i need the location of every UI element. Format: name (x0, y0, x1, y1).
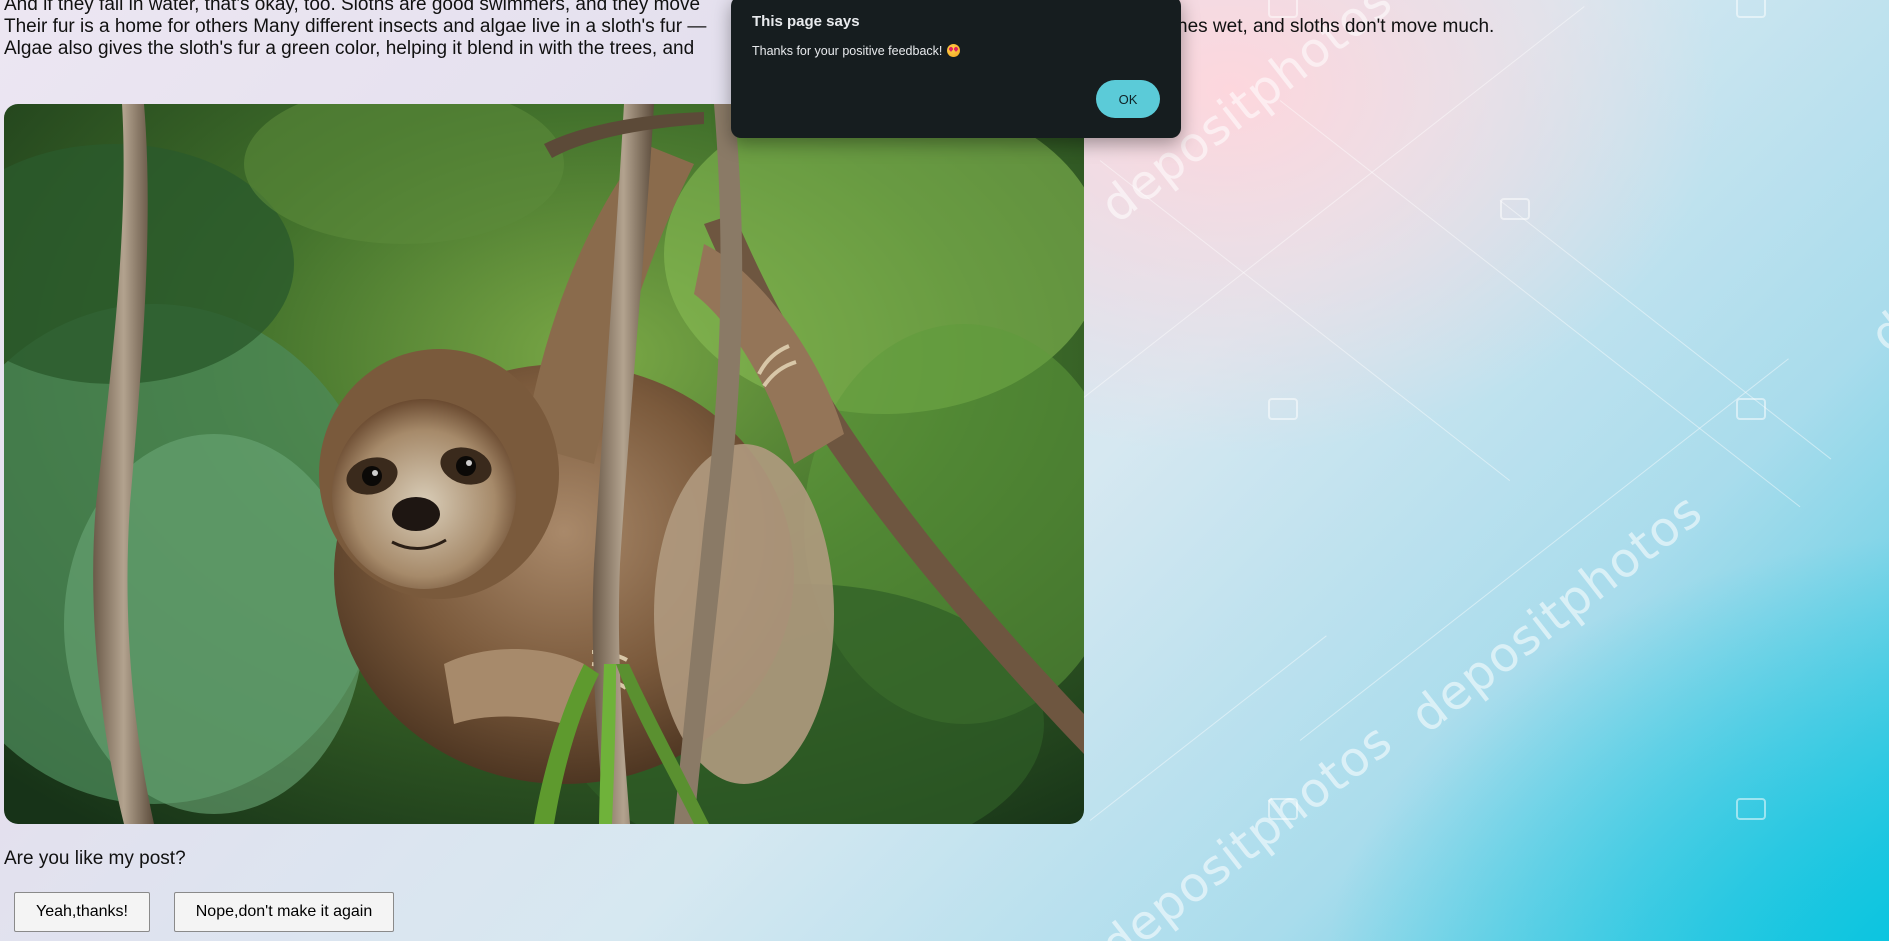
dialog-ok-button[interactable]: OK (1096, 80, 1160, 118)
sloth-photo (4, 104, 1084, 824)
yes-thanks-button[interactable]: Yeah,thanks! (14, 892, 150, 932)
camera-icon (1500, 198, 1530, 220)
article-line-2-head: Their fur is a home for others Many diff… (4, 16, 707, 37)
alert-dialog: This page says Thanks for your positive … (731, 0, 1181, 138)
heart-eyes-emoji-icon (947, 44, 961, 57)
camera-icon (1268, 798, 1298, 820)
watermark-text: depositphotos (1400, 482, 1714, 745)
nope-button[interactable]: Nope,don't make it again (174, 892, 394, 932)
article-line-2-tail: nes wet, and sloths don't move much. (1177, 16, 1495, 37)
camera-icon (1736, 798, 1766, 820)
feedback-question: Are you like my post? (4, 848, 186, 869)
camera-icon (1268, 398, 1298, 420)
dialog-message-text: Thanks for your positive feedback! (752, 44, 943, 58)
watermark-text: depositphotos (1090, 712, 1404, 941)
camera-icon (1736, 398, 1766, 420)
watermark-text: depositphotos (1860, 102, 1889, 365)
dialog-title: This page says (752, 13, 860, 30)
dialog-message: Thanks for your positive feedback! (752, 44, 961, 58)
